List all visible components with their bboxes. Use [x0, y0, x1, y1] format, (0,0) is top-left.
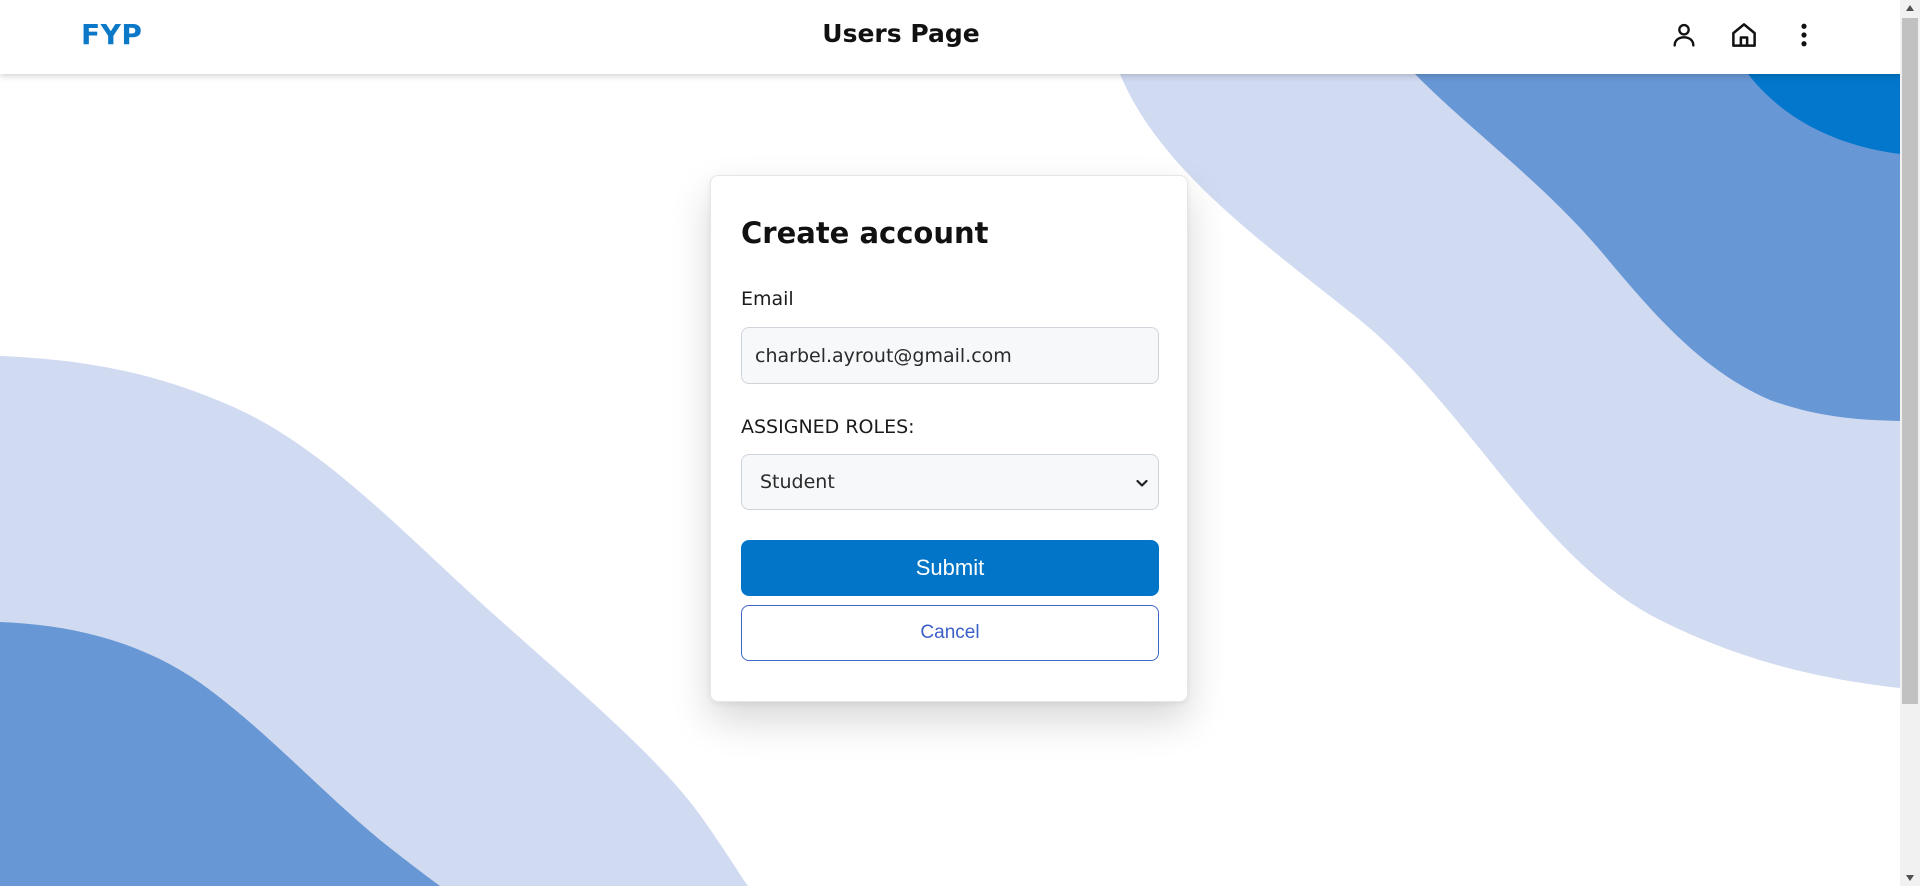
assigned-roles-label: ASSIGNED ROLES: — [741, 416, 915, 438]
assigned-roles-select[interactable]: Student — [741, 454, 1159, 510]
top-app-bar: FYP Users Page — [0, 0, 1900, 74]
submit-button[interactable]: Submit — [741, 540, 1159, 596]
cancel-button[interactable]: Cancel — [741, 605, 1159, 661]
more-vertical-icon[interactable] — [1787, 18, 1821, 52]
create-account-card: Create account Email ASSIGNED ROLES: Stu… — [710, 175, 1188, 702]
chevron-down-icon — [1136, 479, 1148, 487]
scrollbar-thumb[interactable] — [1902, 18, 1918, 704]
page-title: Users Page — [822, 19, 980, 48]
home-icon[interactable] — [1727, 18, 1761, 52]
user-icon[interactable] — [1667, 18, 1701, 52]
vertical-scrollbar[interactable] — [1900, 0, 1920, 886]
scroll-up-arrow-icon[interactable] — [1900, 0, 1920, 16]
assigned-roles-value: Student — [760, 471, 835, 493]
email-label: Email — [741, 288, 794, 310]
card-title: Create account — [741, 216, 989, 250]
scroll-down-arrow-icon[interactable] — [1900, 870, 1920, 886]
email-field[interactable] — [741, 327, 1159, 384]
page: FYP Users Page Create account Email char… — [0, 0, 1920, 886]
